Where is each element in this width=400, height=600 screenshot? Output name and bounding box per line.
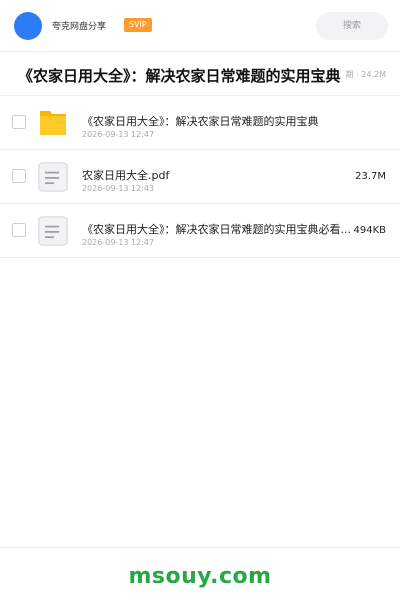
footer: msouy.com: [0, 547, 400, 600]
site-watermark: msouy.com: [128, 564, 272, 589]
file-date: 2026-09-13 12:47: [82, 130, 155, 139]
file-list: 《农家日用大全》：解决农家日常难题的实用宝典 2026-09-13 12:47 …: [0, 96, 400, 258]
row-checkbox[interactable]: [12, 169, 26, 183]
page-title: 《农家日用大全》：解决农家日常难题的实用宝典: [18, 67, 341, 85]
file-date: 2026-09-13 12:43: [82, 184, 155, 193]
file-size: 494KB: [353, 225, 386, 236]
document-icon: [38, 216, 68, 246]
search-input[interactable]: 搜索: [316, 12, 388, 40]
file-row[interactable]: 《农家日用大全》：解决农家日常难题的实用宝典必看... 2026-09-13 1…: [0, 204, 400, 258]
file-name[interactable]: 《农家日用大全》：解决农家日常难题的实用宝典必看...: [82, 221, 352, 237]
file-name[interactable]: 《农家日用大全》：解决农家日常难题的实用宝典: [82, 113, 352, 129]
file-name[interactable]: 农家日用大全.pdf: [82, 167, 352, 183]
share-title-bar: 《农家日用大全》：解决农家日常难题的实用宝典 期 · 24.2M: [0, 52, 400, 96]
header: 夸克网盘分享 SVIP 搜索: [0, 0, 400, 52]
row-checkbox[interactable]: [12, 223, 26, 237]
share-meta: 期 · 24.2M: [345, 70, 386, 79]
svip-badge: SVIP: [124, 18, 152, 32]
file-row[interactable]: 《农家日用大全》：解决农家日常难题的实用宝典 2026-09-13 12:47: [0, 96, 400, 150]
row-checkbox[interactable]: [12, 115, 26, 129]
brand-name: 夸克网盘分享: [52, 22, 107, 32]
share-page: 夸克网盘分享 SVIP 搜索 《农家日用大全》：解决农家日常难题的实用宝典 期 …: [0, 0, 400, 600]
file-row[interactable]: 农家日用大全.pdf 2026-09-13 12:43 23.7M: [0, 150, 400, 204]
folder-icon: [40, 111, 66, 135]
file-size: 23.7M: [355, 171, 386, 182]
avatar[interactable]: [14, 12, 42, 40]
file-date: 2026-09-13 12:47: [82, 238, 155, 247]
document-icon: [38, 162, 68, 192]
